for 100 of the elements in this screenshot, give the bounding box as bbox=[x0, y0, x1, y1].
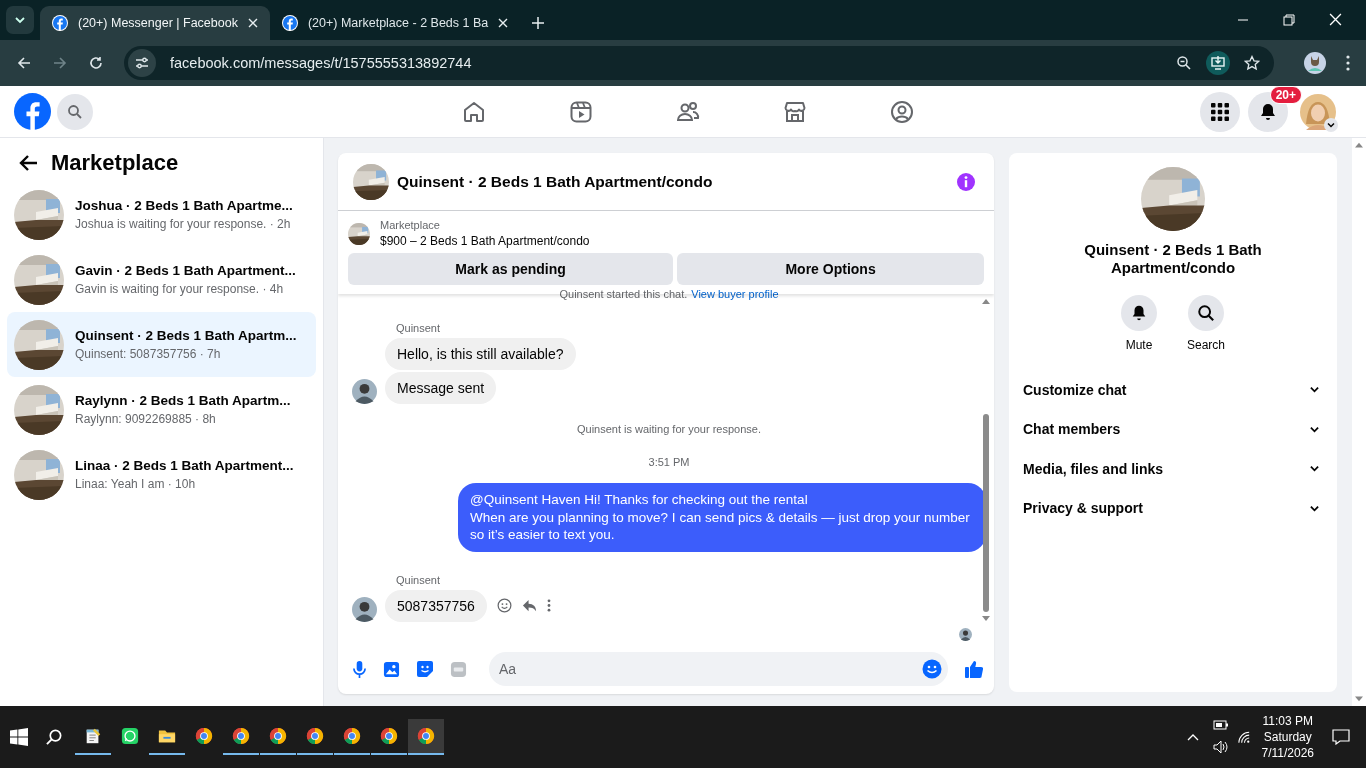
details-section[interactable]: Customize chat bbox=[1023, 370, 1323, 410]
chevron-icon[interactable] bbox=[1310, 385, 1319, 395]
browser-tab[interactable]: (20+) Messenger | Facebook bbox=[40, 6, 270, 40]
action-button[interactable] bbox=[1188, 295, 1224, 331]
bell-icon bbox=[1130, 304, 1148, 322]
chevron-icon[interactable] bbox=[1310, 503, 1319, 513]
volume-icon[interactable] bbox=[1212, 740, 1229, 754]
tab-search-button[interactable] bbox=[6, 6, 34, 34]
chevron-icon[interactable] bbox=[1310, 464, 1319, 474]
friends-icon[interactable] bbox=[676, 99, 700, 124]
search-icon bbox=[1197, 304, 1215, 322]
conversation-preview: Quinsent: 5087357756 · 7h bbox=[75, 347, 222, 361]
home-icon[interactable] bbox=[462, 99, 486, 124]
details-section[interactable]: Media, files and links bbox=[1023, 449, 1323, 489]
restore-icon[interactable] bbox=[1283, 14, 1295, 26]
browser-tab[interactable]: (20+) Marketplace - 2 Beds 1 Ba bbox=[269, 6, 521, 40]
caret-icon[interactable] bbox=[1324, 117, 1338, 132]
menu-icon[interactable] bbox=[1346, 55, 1350, 71]
store-icon[interactable] bbox=[783, 99, 807, 124]
conversation-preview: Linaa: Yeah I am · 10h bbox=[75, 477, 197, 491]
menu-button[interactable] bbox=[1200, 91, 1240, 132]
search-button[interactable] bbox=[57, 93, 93, 130]
back-arrow-icon[interactable] bbox=[19, 153, 39, 173]
emoji-icon[interactable] bbox=[922, 659, 942, 679]
action-label: Search bbox=[1187, 338, 1225, 352]
action-button[interactable] bbox=[1121, 295, 1157, 331]
facebook-logo-icon bbox=[52, 15, 68, 31]
chat-started-note: Quinsent started this chat. bbox=[559, 288, 688, 300]
chevron-icon[interactable] bbox=[1310, 424, 1319, 434]
listing-button[interactable]: More Options bbox=[677, 253, 984, 285]
zoom-out-icon[interactable] bbox=[1176, 55, 1192, 71]
listing-button[interactable]: Mark as pending bbox=[348, 253, 674, 285]
battery-icon[interactable] bbox=[1212, 720, 1229, 730]
grid-icon bbox=[1211, 102, 1229, 121]
star-icon[interactable] bbox=[1244, 55, 1260, 71]
install-app-icon[interactable] bbox=[1206, 51, 1230, 75]
wifi-icon[interactable] bbox=[1236, 730, 1252, 744]
microphone-icon[interactable] bbox=[352, 659, 367, 679]
notifications-icon[interactable] bbox=[1332, 729, 1350, 745]
thumbs-up-icon[interactable] bbox=[964, 659, 984, 679]
info-icon[interactable] bbox=[956, 171, 976, 192]
message-bubble: Hello, is this still available? bbox=[385, 338, 576, 370]
reload-icon[interactable] bbox=[88, 55, 104, 71]
conversation-title: Linaa · 2 Beds 1 Bath Apartment... bbox=[75, 458, 294, 473]
conversation-preview: Raylynn: 9092269885 · 8h bbox=[75, 412, 217, 426]
conversation-item[interactable]: Gavin · 2 Beds 1 Bath Apartment... Gavin is waiting for your response. · 4h bbox=[7, 247, 316, 312]
close-icon[interactable] bbox=[498, 18, 509, 28]
notepad-icon bbox=[84, 727, 102, 745]
new-tab-icon[interactable] bbox=[532, 17, 545, 29]
listing-label: Marketplace bbox=[380, 219, 441, 231]
groups-icon[interactable] bbox=[890, 99, 914, 124]
show-hidden-icons-icon[interactable] bbox=[1186, 733, 1199, 741]
conversation-item[interactable]: Joshua · 2 Beds 1 Bath Apartme... Joshua is waiting for your response. · 2h bbox=[7, 182, 316, 247]
image-icon[interactable] bbox=[383, 660, 400, 678]
clock-date: 7/11/2026 bbox=[1261, 746, 1314, 760]
reply-icon[interactable] bbox=[521, 598, 537, 614]
details-section[interactable]: Privacy & support bbox=[1023, 488, 1323, 528]
user-avatar bbox=[352, 379, 377, 404]
user-avatar bbox=[959, 627, 972, 641]
windows-start-icon[interactable] bbox=[10, 728, 28, 746]
search-icon[interactable] bbox=[46, 728, 63, 746]
action-label: Mute bbox=[1125, 338, 1153, 352]
emoji-icon[interactable] bbox=[496, 598, 512, 614]
video-icon[interactable] bbox=[569, 99, 593, 124]
chat-app-icon bbox=[121, 727, 139, 745]
message-field[interactable]: Aa bbox=[489, 652, 948, 686]
forward-icon[interactable] bbox=[52, 55, 68, 71]
conversation-item[interactable]: Raylynn · 2 Beds 1 Bath Apartm... Raylynn: 9092269885 · 8h bbox=[7, 377, 316, 442]
clock-time: 11:03 PM bbox=[1262, 714, 1313, 728]
browser-icon bbox=[306, 727, 324, 745]
bell-icon bbox=[1258, 101, 1278, 122]
chat-title: Quinsent · 2 Beds 1 Bath Apartment/condo bbox=[397, 172, 713, 191]
message-bubble: @Quinsent Haven Hi! Thanks for checking out the rental When are you planning to move? I can send pics & details — just drop your number so it’s easier to text you. bbox=[458, 483, 986, 552]
address-bar[interactable]: facebook.com/messages/t/1575555313892744 bbox=[124, 46, 1274, 80]
conversation-preview: Joshua is waiting for your response. · 2h bbox=[75, 217, 292, 231]
taskbar-app[interactable] bbox=[408, 719, 444, 755]
back-icon[interactable] bbox=[16, 55, 32, 71]
conversation-preview: Gavin is waiting for your response. · 4h bbox=[75, 282, 285, 296]
browser-icon bbox=[195, 727, 213, 745]
sidebar-title: Marketplace bbox=[51, 150, 179, 176]
sender-name: Quinsent bbox=[396, 573, 442, 586]
search-icon bbox=[67, 103, 83, 120]
conversation-title: Quinsent · 2 Beds 1 Bath Apartm... bbox=[75, 328, 297, 343]
message-bubble: 5087357756 bbox=[385, 589, 487, 622]
buyer-profile-link[interactable]: View buyer profile bbox=[691, 288, 779, 300]
close-icon[interactable] bbox=[247, 18, 258, 28]
conversation-item[interactable]: Linaa · 2 Beds 1 Bath Apartment... Linaa: Yeah I am · 10h bbox=[7, 442, 316, 507]
details-title: Quinsent · 2 Beds 1 Bath Apartment/condo bbox=[1083, 241, 1263, 277]
site-settings-icon[interactable] bbox=[128, 49, 156, 77]
profile-icon[interactable] bbox=[1304, 52, 1326, 74]
more-icon[interactable] bbox=[546, 599, 551, 613]
sticker-icon[interactable] bbox=[416, 660, 434, 678]
browser-icon bbox=[380, 727, 398, 745]
listing-title: $900 – 2 Beds 1 Bath Apartment/condo bbox=[380, 234, 590, 248]
message-bubble: Message sent bbox=[385, 372, 497, 404]
status-note: Quinsent is waiting for your response. bbox=[575, 423, 762, 435]
details-section[interactable]: Chat members bbox=[1023, 409, 1323, 449]
facebook-logo-icon[interactable] bbox=[14, 93, 51, 130]
conversation-item[interactable]: Quinsent · 2 Beds 1 Bath Apartm... Quinsent: 5087357756 · 7h bbox=[7, 312, 316, 377]
conversation-title: Joshua · 2 Beds 1 Bath Apartme... bbox=[75, 198, 293, 213]
